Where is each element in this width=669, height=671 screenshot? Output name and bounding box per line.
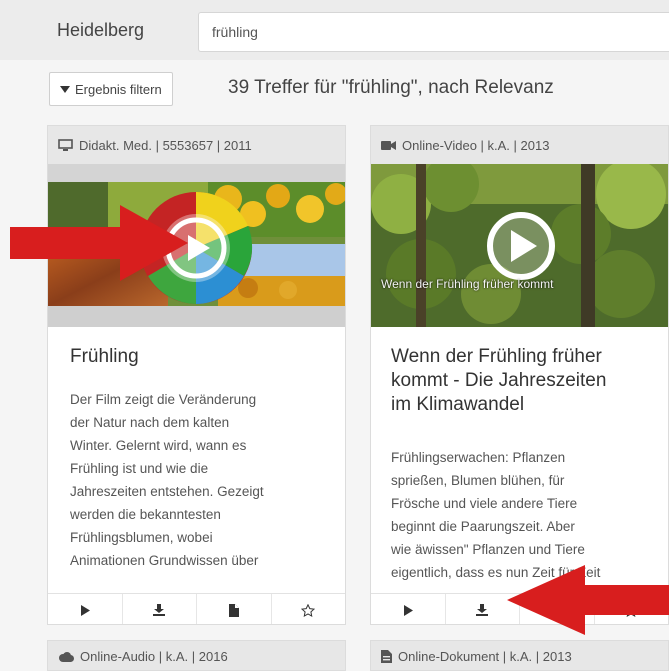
result-card: Online-Dokument | k.A. | 2013 [370,640,669,671]
file-icon [551,603,562,617]
document-button[interactable] [520,594,595,624]
document-icon [381,650,392,663]
download-button[interactable] [123,594,197,624]
description-line: Frühlingsblumen, wobei [70,530,213,545]
description-line: wie äwissen" Pflanzen und Tiere [391,542,585,557]
play-button[interactable] [48,594,123,624]
card-meta: Online-Video | k.A. | 2013 [402,137,550,153]
card-meta-header: Online-Audio | k.A. | 2016 [48,641,345,670]
card-title[interactable]: Wenn der Frühling früher kommt - Die Jah… [391,345,666,417]
card-meta: Online-Audio | k.A. | 2016 [80,649,228,664]
star-icon [624,603,639,617]
description-line: eigentlich, dass es nun Zeit für Zeit [391,565,601,580]
star-icon [301,603,316,617]
description-line: Winter. Gelernt wird, wann es [70,438,247,453]
video-thumbnail[interactable] [48,164,345,327]
filter-icon [60,85,70,93]
cloud-icon [59,651,74,662]
result-summary: 39 Treffer für "frühling", nach Relevanz [228,77,554,98]
description-line: sprießen, Blumen blühen, für [391,473,565,488]
description-line: Jahreszeiten entstehen. Gezeigt [70,484,264,499]
description-line: werden die bekanntesten [70,507,221,522]
forest-video-image [371,164,668,327]
title-line: im Klimawandel [391,394,525,415]
title-line: Wenn der Frühling früher [391,346,602,367]
monitor-icon [58,138,73,151]
card-description: Frühlingserwachen: Pflanzen sprießen, Bl… [391,446,666,584]
description-line: Animationen Grundwissen über [70,553,259,568]
card-actions [48,593,346,624]
top-bar: Heidelberg [0,0,669,60]
card-meta-header: Online-Video | k.A. | 2013 [371,126,668,164]
description-line: der Natur nach dem kalten [70,415,230,430]
file-icon [228,603,239,617]
description-line: Frösche und viele andere Tiere [391,496,578,511]
card-description: Der Film zeigt die Veränderung der Natur… [70,388,335,572]
play-button[interactable] [371,594,446,624]
play-icon [80,604,90,616]
card-meta: Didakt. Med. | 5553657 | 2011 [79,137,252,153]
download-icon [153,604,166,616]
play-icon [403,604,413,616]
flower-collage-image [48,164,345,327]
result-card: Online-Audio | k.A. | 2016 [47,640,346,671]
thumbnail-caption: Wenn der Frühling früher kommt [381,277,554,291]
result-card: Didakt. Med. | 5553657 | 2011 Frühling D… [47,125,346,625]
document-button[interactable] [197,594,272,624]
title-line: kommt - Die Jahreszeiten [391,370,607,391]
card-title[interactable]: Frühling [70,345,139,369]
video-thumbnail[interactable]: Wenn der Frühling früher kommt [371,164,668,327]
card-actions [371,593,669,624]
card-meta-header: Online-Dokument | k.A. | 2013 [371,641,668,670]
download-icon [476,604,489,616]
filter-results-button[interactable]: Ergebnis filtern [49,72,173,106]
download-button[interactable] [446,594,520,624]
library-name: Heidelberg [57,20,145,40]
card-meta: Online-Dokument | k.A. | 2013 [398,649,572,664]
favorite-button[interactable] [272,594,346,624]
result-card: Online-Video | k.A. | 2013 Wenn der Früh… [370,125,669,625]
description-line: Frühling ist und wie die [70,461,209,476]
search-input[interactable] [198,12,669,52]
description-line: Der Film zeigt die Veränderung [70,392,257,407]
description-line: Frühlingserwachen: Pflanzen [391,450,566,465]
card-meta-header: Didakt. Med. | 5553657 | 2011 [48,126,345,164]
video-camera-icon [381,140,396,150]
filter-button-label: Ergebnis filtern [75,81,162,97]
description-line: beginnt die Paarungszeit. Aber [391,519,575,534]
favorite-button[interactable] [595,594,669,624]
